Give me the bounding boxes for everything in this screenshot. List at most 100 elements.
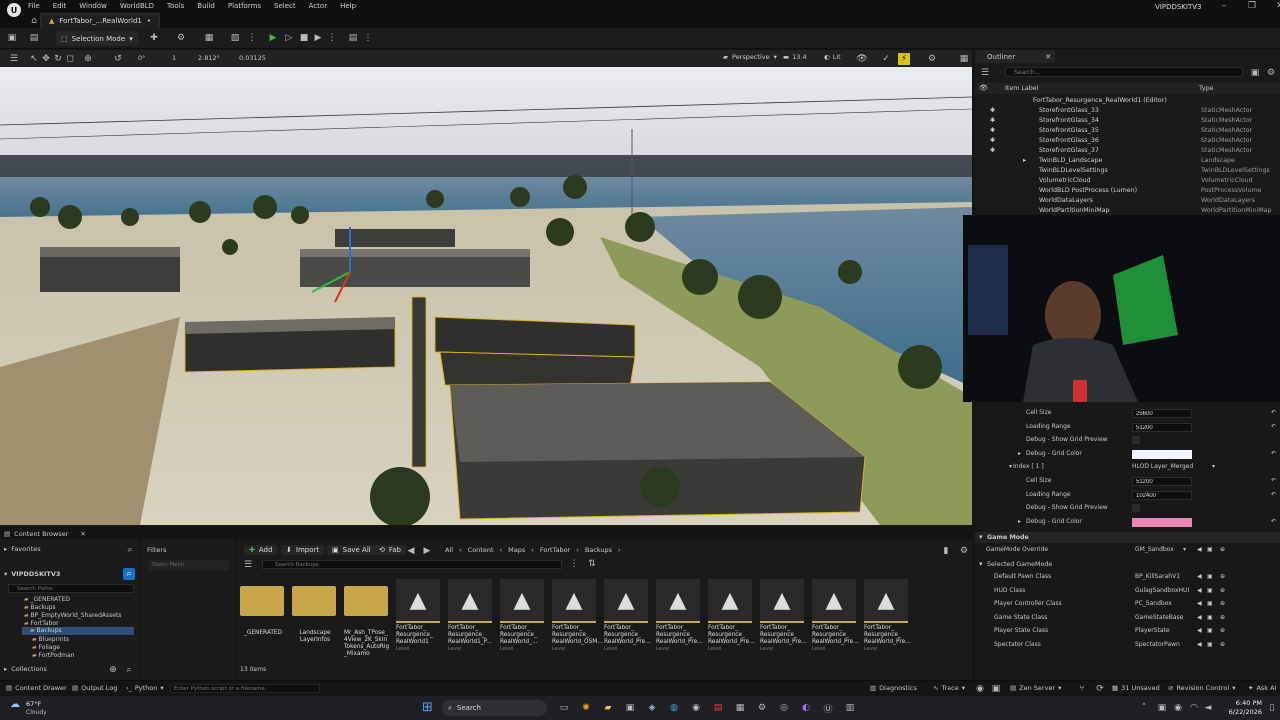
wifi-icon[interactable]: ◠: [1188, 702, 1200, 714]
add-icon[interactable]: ⊕: [1220, 627, 1225, 634]
outliner-row[interactable]: ▸ TwinBLD_Landscape Landscape: [975, 157, 1280, 167]
tray-icon[interactable]: ▣: [1156, 702, 1168, 714]
tree-item-selected[interactable]: ▰ Backups: [22, 627, 134, 635]
search-paths-input[interactable]: [8, 584, 134, 593]
sort-icon[interactable]: ⇅: [586, 558, 598, 570]
settings-icon[interactable]: ⚙: [1265, 67, 1277, 79]
expand-arrow-icon[interactable]: ▾: [1009, 463, 1012, 470]
edit-icon[interactable]: ▣: [1207, 614, 1213, 621]
asset-tile[interactable]: ▲ FortTabor_ Resurgence_ RealWorld_Pre...…: [708, 579, 755, 655]
browse-icon[interactable]: ◀: [1197, 546, 1202, 553]
search-icon[interactable]: ⌕: [124, 544, 136, 556]
tree-item[interactable]: ▰ Foliage: [32, 644, 60, 651]
ai-icon[interactable]: ⋮: [568, 558, 580, 570]
visibility-icon[interactable]: ✱: [990, 117, 995, 124]
crumb[interactable]: Maps: [508, 546, 525, 554]
scale-snap[interactable]: 1: [172, 54, 176, 62]
perspective-dropdown[interactable]: ▰ Perspective ▾: [723, 53, 777, 61]
asset-tile[interactable]: ▲ FortTabor_ Resurgence_ RealWorld_Pre...…: [760, 579, 807, 655]
loading-range-input[interactable]: [1132, 491, 1192, 500]
app-icon[interactable]: ▥: [844, 702, 856, 714]
task-view-icon[interactable]: ▭: [558, 702, 570, 714]
outliner-row[interactable]: ✱ StorefrontGlass_37 StaticMeshActor: [975, 147, 1280, 157]
select-tool-icon[interactable]: ↖: [28, 53, 40, 65]
outliner-row[interactable]: ✱ StorefrontGlass_34 StaticMeshActor: [975, 117, 1280, 127]
app-icon[interactable]: ▦: [734, 702, 746, 714]
app-icon[interactable]: ▤: [712, 702, 724, 714]
app-icon[interactable]: ◉: [690, 702, 702, 714]
asset-tile[interactable]: ▲ FortTabor_ Resurgence_ RealWorld1_P... L…: [448, 579, 494, 655]
search-icon[interactable]: ⌕: [123, 568, 135, 580]
browse-icon[interactable]: ◀: [1197, 587, 1202, 594]
expand-arrow-icon[interactable]: ▸: [1023, 157, 1026, 164]
favorites-header[interactable]: ▸ Favorites: [4, 545, 41, 553]
asset-tile[interactable]: ▲ FortTabor_ Resurgence_ RealWorld_... Lev…: [500, 579, 546, 655]
asset-tile[interactable]: ▲ FortTabor_ Resurgence_ RealWorld_OSM...…: [552, 579, 603, 655]
home-icon[interactable]: ⌂: [28, 15, 40, 27]
settings-icon[interactable]: ⋮: [246, 32, 258, 44]
modes-icon[interactable]: ▧: [229, 32, 241, 44]
taskbar-search[interactable]: ⌕ Search: [442, 700, 547, 716]
play-options-icon[interactable]: ▶: [312, 32, 324, 44]
rotate-icon[interactable]: ↻: [52, 53, 64, 65]
settings-icon[interactable]: ⚙: [958, 545, 970, 557]
clock[interactable]: 6:40 PM 6/22/2026: [1222, 699, 1262, 717]
browse-icon[interactable]: ◀: [1197, 600, 1202, 607]
reset-icon[interactable]: ↶: [1271, 518, 1276, 525]
menu-platforms[interactable]: Platforms: [228, 2, 261, 10]
add-folder-icon[interactable]: ▣: [1249, 67, 1261, 79]
outliner-row-world[interactable]: FortTabor_Resurgence_RealWorld1 (Editor): [975, 97, 1280, 107]
cell-size-input[interactable]: [1132, 409, 1192, 418]
rotation-snap[interactable]: 0°: [138, 54, 145, 62]
save-all-button[interactable]: ▣ Save All: [327, 545, 376, 555]
add-icon[interactable]: ⊕: [1220, 587, 1225, 594]
tree-item[interactable]: ▰ BP_EmptyWorld_SharedAssets: [24, 612, 121, 619]
revision-control-button[interactable]: ⊘ Revision Control ▾: [1168, 684, 1235, 692]
outliner-row[interactable]: ✱ StorefrontGlass_35 StaticMeshActor: [975, 127, 1280, 137]
translate-icon[interactable]: ✥: [40, 53, 52, 65]
menu-build[interactable]: Build: [197, 2, 215, 10]
browse-icon[interactable]: ◀: [1197, 641, 1202, 648]
platforms-icon[interactable]: ▤: [347, 32, 359, 44]
grid-snap-value[interactable]: 2.812°: [198, 54, 220, 62]
realtime-icon[interactable]: ✓: [880, 53, 892, 65]
edit-icon[interactable]: ▣: [1207, 587, 1213, 594]
trace-dropdown[interactable]: ∿ Trace ▾: [933, 684, 965, 692]
reset-icon[interactable]: ↶: [1271, 477, 1276, 484]
asset-tile[interactable]: ▲ FortTabor_ Resurgence_ RealWorld_Pre...…: [864, 579, 911, 655]
hlod-layer-dropdown[interactable]: HLOD Layer_Merged: [1132, 463, 1193, 470]
filter-icon[interactable]: ☰: [242, 559, 254, 571]
selected-gamemode-section[interactable]: ▾ Selected GameMode: [975, 559, 1280, 570]
filter-icon[interactable]: ☰: [979, 67, 991, 79]
outliner-row[interactable]: ✱ StorefrontGlass_36 StaticMeshActor: [975, 137, 1280, 147]
tree-item[interactable]: ▰ FortPodman: [32, 652, 74, 659]
chevron-down-icon[interactable]: ▾: [1183, 546, 1186, 553]
chevron-down-icon[interactable]: ▾: [1212, 463, 1215, 470]
add-actor-icon[interactable]: ✚: [148, 32, 160, 44]
menu-edit[interactable]: Edit: [53, 2, 67, 10]
outliner-row[interactable]: TwinBLDLevelSettings TwinBLDLevelSettings: [975, 167, 1280, 177]
menu-tools[interactable]: Tools: [167, 2, 184, 10]
outliner-row[interactable]: ✱ StorefrontGlass_33 StaticMeshActor: [975, 107, 1280, 117]
outliner-row[interactable]: WorldDataLayers WorldDataLayers: [975, 197, 1280, 207]
folder-item[interactable]: _GENERATED: [240, 582, 286, 658]
visibility-icon[interactable]: ✱: [990, 127, 995, 134]
outliner-search-input[interactable]: [1005, 67, 1243, 77]
cinematics-icon[interactable]: ▦: [203, 32, 215, 44]
visibility-icon[interactable]: ✱: [990, 137, 995, 144]
menu-worldbld[interactable]: WorldBLD: [120, 2, 154, 10]
output-log-button[interactable]: ▤ Output Log: [72, 684, 117, 692]
copilot-icon[interactable]: ✺: [580, 702, 592, 714]
reset-icon[interactable]: ↶: [1271, 409, 1276, 416]
tab-content-browser[interactable]: ▤ Content Browser ✕: [4, 528, 86, 539]
grid-color-swatch[interactable]: [1132, 450, 1192, 459]
show-grid-checkbox[interactable]: [1132, 436, 1140, 444]
visibility-icon[interactable]: ✱: [990, 107, 995, 114]
hamburger-icon[interactable]: ☰: [8, 53, 20, 65]
add-icon[interactable]: ⊕: [1220, 614, 1225, 621]
level-viewport[interactable]: [0, 67, 972, 525]
tab-outliner[interactable]: Outliner ✕: [975, 50, 1055, 63]
ask-ai-button[interactable]: ✦ Ask AI: [1248, 684, 1276, 692]
tree-item[interactable]: ▰ _GENERATED: [24, 596, 70, 603]
reset-icon[interactable]: ↶: [1271, 423, 1276, 430]
